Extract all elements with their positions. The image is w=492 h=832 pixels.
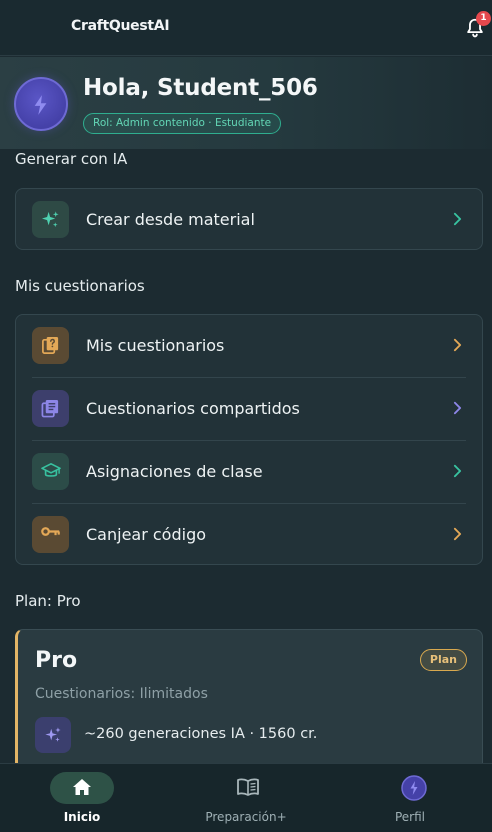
top-app-bar: CraftQuestAI 1: [0, 0, 492, 56]
nav-item-home[interactable]: Inicio: [0, 764, 164, 832]
quiz-menu-item-my-quizzes[interactable]: Mis cuestionarios: [16, 315, 482, 377]
section-title-quizzes: Mis cuestionarios: [15, 277, 145, 295]
notification-badge: 1: [476, 11, 491, 26]
chevron-right-icon: [453, 212, 462, 226]
create-from-material-row[interactable]: Crear desde material: [16, 189, 482, 251]
chevron-right-icon: [453, 527, 462, 541]
quizzes-card: Mis cuestionarios Cuestionarios comparti…: [15, 314, 483, 565]
sparkle-icon: [41, 211, 59, 228]
plan-quota: Cuestionarios: Ilimitados: [35, 686, 208, 702]
quiz-menu-label: Cuestionarios compartidos: [86, 399, 300, 418]
quiz-menu-item-class-assignments[interactable]: Asignaciones de clase: [16, 441, 482, 503]
quiz-menu-label: Mis cuestionarios: [86, 336, 225, 355]
plan-card[interactable]: Pro Plan Cuestionarios: Ilimitados ~260 …: [15, 629, 483, 769]
greeting-title: Hola, Student_506: [83, 75, 318, 101]
plan-badge: Plan: [419, 649, 467, 671]
chevron-right-icon: [453, 401, 462, 415]
home-icon: [73, 779, 91, 795]
quiz-icon-container: [32, 327, 69, 364]
bottom-navigation: Inicio Preparación+ Perfil: [0, 763, 492, 832]
plan-name: Pro: [35, 648, 78, 673]
chevron-right-icon: [453, 464, 462, 478]
quiz-menu-item-redeem-code[interactable]: Canjear código: [16, 504, 482, 566]
profile-header: [0, 57, 492, 149]
nav-label-profile: Perfil: [394, 810, 426, 824]
shared-list-icon-container: [32, 390, 69, 427]
nav-label-prep: Preparación+: [205, 810, 287, 824]
quiz-icon: [42, 336, 59, 354]
chevron-right-icon: [453, 338, 462, 352]
profile-avatar-icon: [401, 775, 427, 801]
quiz-menu-item-shared[interactable]: Cuestionarios compartidos: [16, 378, 482, 440]
ai-sparkle-icon-container: [35, 717, 71, 753]
key-icon-container: [32, 516, 69, 553]
nav-label-home: Inicio: [63, 810, 101, 824]
quiz-menu-label: Canjear código: [86, 525, 207, 544]
role-badge: Rol: Admin contenido · Estudiante: [83, 113, 282, 134]
plan-generations: ~260 generaciones IA · 1560 cr.: [84, 726, 318, 742]
ai-sparkle-icon: [45, 727, 61, 742]
section-title-plan: Plan: Pro: [15, 592, 81, 610]
avatar[interactable]: [14, 77, 68, 131]
app-title: CraftQuestAI: [71, 18, 170, 34]
nav-item-prep[interactable]: Preparación+: [164, 764, 328, 832]
section-title-generate: Generar con IA: [15, 150, 128, 168]
nav-item-profile[interactable]: Perfil: [328, 764, 492, 832]
lightning-icon: [34, 95, 47, 115]
sparkle-icon-container: [32, 201, 69, 238]
book-icon: [237, 778, 259, 796]
graduation-cap-icon-container: [32, 453, 69, 490]
quiz-menu-label: Asignaciones de clase: [86, 462, 263, 481]
shared-list-icon: [41, 399, 59, 418]
create-from-material-card[interactable]: Crear desde material: [15, 188, 483, 250]
graduation-cap-icon: [41, 462, 61, 477]
create-from-material-label: Crear desde material: [86, 210, 255, 229]
key-icon: [41, 527, 60, 536]
